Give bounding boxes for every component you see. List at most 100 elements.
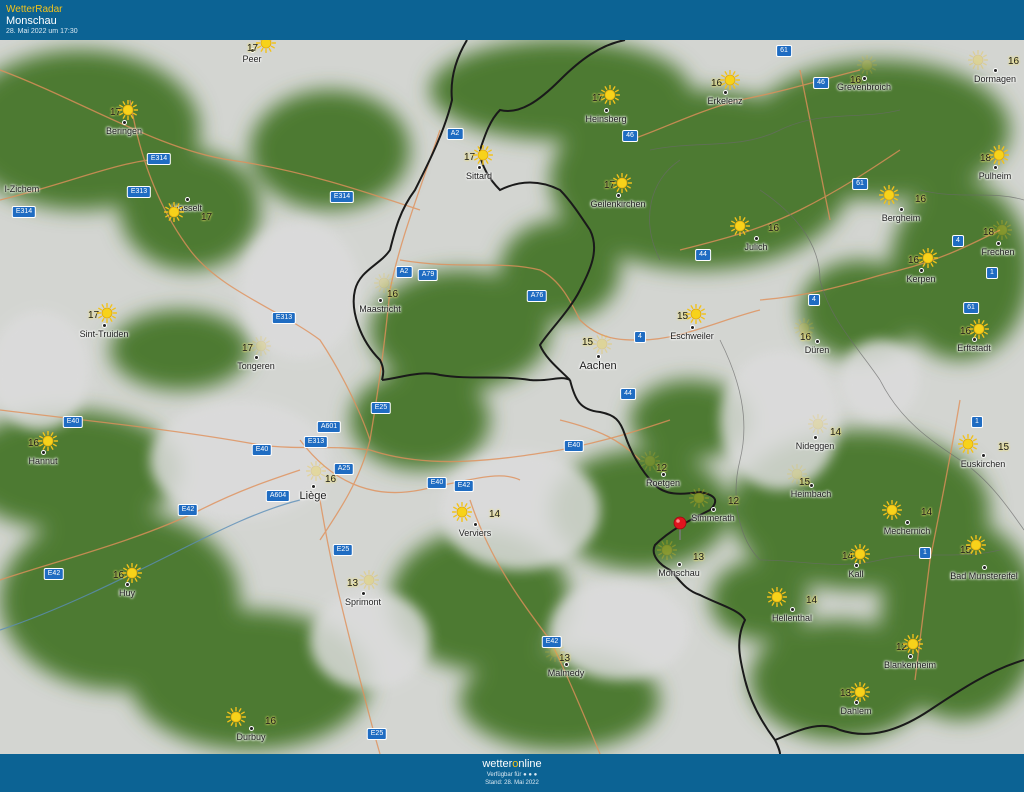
city-label-edge: l-Zichem [4,184,40,194]
city-marker [596,354,600,358]
city-label[interactable]: Nideggen [755,441,875,451]
sun-icon [917,247,939,269]
city-label[interactable]: Tongeren [196,361,316,371]
city-marker [604,108,608,112]
sun-icon [988,144,1010,166]
app-header: WetterRadar Monschau 28. Mai 2022 um 17:… [0,0,1024,41]
temperature-label: 16 [1008,56,1020,67]
road-shield: E313 [303,436,329,448]
city-label[interactable]: Erkelenz [665,96,785,106]
sun-icon [807,413,829,435]
sun-icon [849,543,871,565]
city-marker [813,435,817,439]
city-marker [122,120,126,124]
city-label[interactable]: Hannut [0,456,103,466]
city-label[interactable]: Düren [757,345,877,355]
city-label[interactable]: Durbuy [191,732,311,742]
city-label[interactable]: Kerpen [861,274,981,284]
road-shield: 61 [776,45,792,57]
road-shield: E42 [541,636,563,648]
road-shield: A601 [316,421,342,433]
city-label[interactable]: Pulheim [935,171,1024,181]
city-label[interactable]: Dormagen [935,74,1024,84]
road-shield: E42 [453,480,475,492]
city-label[interactable]: Erftstadt [914,343,1024,353]
road-shield: 4 [808,294,820,306]
city-label[interactable]: Bad Munstereifel [924,571,1024,581]
city-label[interactable]: Aachen [538,360,658,372]
city-label[interactable]: Heinsberg [546,114,666,124]
city-label[interactable]: Heimbach [751,489,871,499]
location-pin-icon[interactable] [673,516,687,540]
sun-icon [121,562,143,584]
city-label[interactable]: Huy [67,588,187,598]
city-label[interactable]: Roetgen [603,478,723,488]
city-label[interactable]: Verviers [415,528,535,538]
city-label[interactable]: Maastricht [320,304,440,314]
sun-icon [599,84,621,106]
app-title: WetterRadar [6,4,63,15]
sun-icon [968,318,990,340]
temperature-label: 16 [768,223,780,234]
city-label[interactable]: Eschweiler [632,331,752,341]
location-name[interactable]: Monschau [6,15,57,27]
city-marker [378,298,382,302]
city-label[interactable]: Frechen [938,247,1024,257]
temperature-label: 14 [806,595,818,606]
temperature-label: 16 [265,716,277,727]
city-label[interactable]: Peer [192,54,312,64]
city-label[interactable]: Kall [796,569,916,579]
city-label[interactable]: Euskirchen [923,459,1024,469]
road-shield: 1 [919,547,931,559]
city-label[interactable]: Beringen [64,126,184,136]
city-marker [754,236,758,240]
city-label[interactable]: Dahlem [796,706,916,716]
sun-icon [766,586,788,608]
temperature-label: 14 [921,507,933,518]
city-marker [815,339,819,343]
city-label[interactable]: Sint-Truiden [44,329,164,339]
city-marker [981,453,985,457]
city-label[interactable]: Hellenthal [732,613,852,623]
road-shield: E313 [271,312,297,324]
wetteronline-logo[interactable]: wetteronline [0,758,1024,770]
sun-icon [611,172,633,194]
sun-icon [117,99,139,121]
sun-icon [37,430,59,452]
city-label[interactable]: Sprimont [303,597,423,607]
city-label[interactable]: Monschau [619,568,739,578]
city-label[interactable]: Bergheim [841,213,961,223]
city-label[interactable]: Geilenkirchen [558,199,678,209]
road-shield: 61 [963,302,979,314]
weather-radar-map[interactable]: Peer 17 Beringen 17 Heinsberg 17 Erkelenz 16 Gre… [0,40,1024,754]
city-marker [185,197,189,201]
city-marker [711,507,715,511]
road-shield: A604 [265,490,291,502]
city-label[interactable]: Julich [696,242,816,252]
sun-icon [305,460,327,482]
city-marker [993,165,997,169]
road-shield: A25 [333,463,355,475]
city-label[interactable]: Blankenheim [850,660,970,670]
road-shield: E25 [332,544,354,556]
sun-icon [965,534,987,556]
sun-icon [786,463,808,485]
sun-icon [685,303,707,325]
sun-icon [250,335,272,357]
city-marker [862,76,866,80]
road-shield: E40 [62,416,84,428]
city-label[interactable]: Simmerath [653,513,773,523]
city-label[interactable]: Malmedy [506,668,626,678]
road-shield: 44 [620,388,636,400]
sun-icon [591,333,613,355]
road-shield: 61 [852,178,868,190]
road-shield: 46 [622,130,638,142]
road-shield: E25 [370,402,392,414]
sun-icon [225,706,247,728]
sun-icon [902,633,924,655]
city-label[interactable]: Sittard [419,171,539,181]
city-label[interactable]: Mechernich [847,526,967,536]
road-shield: E40 [426,477,448,489]
city-label[interactable]: Hasselt [127,203,247,213]
road-shield: E314 [329,191,355,203]
